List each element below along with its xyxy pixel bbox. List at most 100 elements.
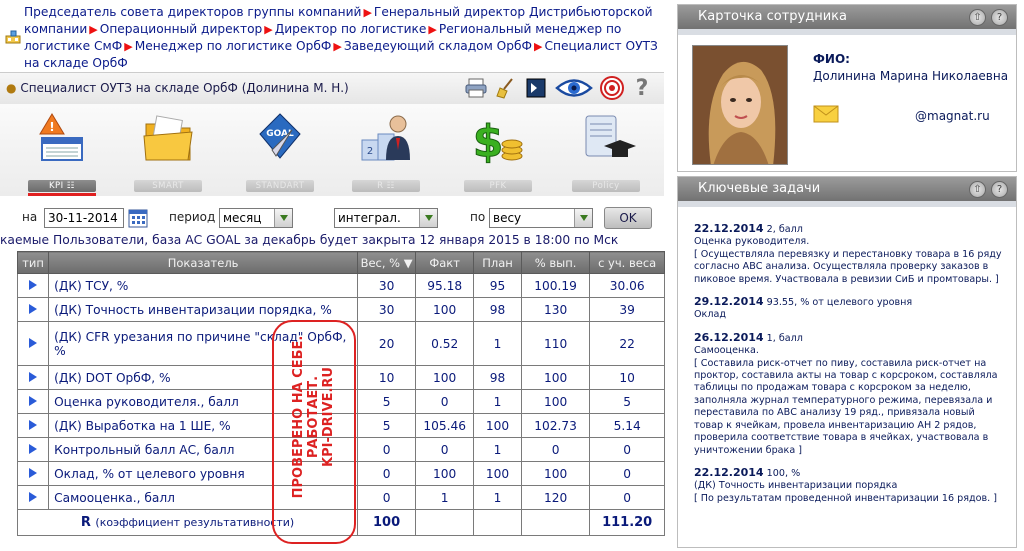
module-label: Policy: [572, 180, 640, 192]
kpi-warning-icon: !: [39, 113, 83, 161]
total-weighted: 111.20: [589, 509, 665, 536]
period-label: период: [169, 210, 216, 224]
printer-icon[interactable]: [464, 76, 488, 100]
breadcrumb-item[interactable]: Операционный директор: [100, 22, 263, 36]
task-title: (ДК) Точность инвентаризации порядка: [694, 480, 898, 492]
plan-cell: 100: [473, 413, 522, 438]
sort-by-select[interactable]: весу: [489, 208, 593, 228]
module-toolbar: ! KPI ☷ SMART GOAL STANDART 2 R ☷ $ PFK …: [0, 104, 664, 196]
task-item[interactable]: 29.12.2014 93.55, % от целевого уровня О…: [694, 295, 1006, 322]
collapse-icon[interactable]: ⇧: [969, 9, 986, 26]
column-header-completion[interactable]: % вып.: [520, 251, 591, 274]
fact-cell: 95.18: [415, 273, 475, 298]
weighted-cell: 0: [589, 437, 665, 462]
row-expand-icon[interactable]: [16, 413, 50, 438]
plan-cell: 98: [473, 365, 522, 390]
broom-icon[interactable]: [494, 76, 518, 100]
module-label: SMART: [134, 180, 202, 192]
scroll-graduation-icon: [585, 115, 636, 157]
column-header-type[interactable]: тип: [16, 251, 50, 274]
eye-icon[interactable]: [554, 76, 594, 100]
date-label: на: [22, 210, 38, 224]
sort-by-select-value: весу: [493, 211, 522, 225]
task-text: [ По результатам проведенной инвентариза…: [694, 492, 998, 504]
row-expand-icon[interactable]: [16, 297, 50, 322]
task-value: 93.55, % от целевого уровня: [766, 297, 913, 309]
row-expand-icon[interactable]: [16, 389, 50, 414]
ok-button[interactable]: OK: [604, 207, 652, 229]
fact-cell: 100: [415, 365, 475, 390]
column-header-indicator[interactable]: Показатель: [48, 251, 359, 274]
column-header-weighted[interactable]: с уч. веса: [589, 251, 665, 274]
svg-text:2: 2: [367, 146, 373, 157]
help-icon[interactable]: ?: [991, 9, 1008, 26]
row-expand-icon[interactable]: [16, 273, 50, 298]
module-kpi[interactable]: ! KPI ☷: [22, 110, 102, 196]
module-label: KPI ☷: [28, 180, 96, 196]
row-expand-icon[interactable]: [16, 485, 50, 510]
row-expand-icon[interactable]: [16, 365, 50, 390]
svg-text:!: !: [49, 120, 54, 134]
period-select[interactable]: месяц: [219, 208, 293, 228]
org-structure-icon[interactable]: [5, 30, 21, 44]
user-bar: ● Специалист ОУТЗ на складе ОрбФ (Долини…: [0, 72, 664, 104]
indicator-name[interactable]: (ДК) ТСУ, %: [48, 273, 359, 298]
target-icon[interactable]: [600, 76, 624, 100]
row-expand-icon[interactable]: [16, 437, 50, 462]
goal-compass-icon: GOAL: [259, 113, 301, 159]
date-input[interactable]: 30-11-2014: [44, 208, 124, 228]
breadcrumb-arrow-icon: ▶: [264, 23, 273, 36]
collapse-icon[interactable]: ⇧: [969, 181, 986, 198]
employee-card-header: Карточка сотрудника ⇧ ?: [678, 5, 1016, 29]
total-label-r: R: [80, 515, 91, 530]
fio-label: ФИО:: [813, 52, 850, 66]
column-header-weight[interactable]: Вес, % ▼: [357, 251, 417, 274]
help-icon[interactable]: ?: [991, 181, 1008, 198]
module-smart[interactable]: SMART: [128, 110, 208, 194]
column-header-plan[interactable]: План: [473, 251, 522, 274]
mode-select[interactable]: интеграл.: [334, 208, 438, 228]
table-row[interactable]: (ДК) Точность инвентаризации порядка, % …: [16, 297, 665, 322]
main-panel: Председатель совета директоров группы ко…: [0, 0, 668, 551]
row-expand-icon[interactable]: [16, 321, 50, 366]
breadcrumb-item[interactable]: Менеджер по логистике ОрбФ: [135, 39, 332, 53]
envelope-icon[interactable]: [813, 105, 839, 123]
help-icon[interactable]: ?: [630, 76, 654, 101]
plan-cell: 1: [473, 321, 522, 366]
module-r[interactable]: 2 R ☷: [346, 110, 426, 194]
key-tasks-title: Ключевые задачи: [698, 181, 821, 196]
row-expand-icon[interactable]: [16, 461, 50, 486]
period-select-value: месяц: [223, 211, 262, 225]
completion-cell: 120: [520, 485, 591, 510]
breadcrumb: Председатель совета директоров группы ко…: [24, 4, 664, 71]
breadcrumb-item[interactable]: Председатель совета директоров группы ко…: [24, 5, 361, 19]
task-value: 1, балл: [766, 332, 803, 344]
table-row[interactable]: (ДК) ТСУ, % 30 95.18 95 100.19 30.06: [16, 273, 665, 298]
plan-cell: 1: [473, 485, 522, 510]
breadcrumb-item[interactable]: Заведеующий складом ОрбФ: [344, 39, 532, 53]
task-item[interactable]: 22.12.2014 100, % (ДК) Точность инвентар…: [694, 466, 1006, 505]
task-item[interactable]: 22.12.2014 2, балл Оценка руководителя. …: [694, 222, 1006, 286]
email-link[interactable]: @magnat.ru: [915, 109, 990, 123]
task-value: 100, %: [766, 467, 801, 479]
task-text: [ Осуществляла перевязку и перестановку …: [694, 248, 1002, 285]
chevron-down-icon: [274, 209, 292, 227]
current-position-label: Специалист ОУТЗ на складе ОрбФ (Долинина…: [20, 81, 349, 95]
module-pfk[interactable]: $ PFK: [458, 110, 538, 194]
column-header-fact[interactable]: Факт: [415, 251, 475, 274]
calendar-icon[interactable]: [128, 208, 148, 228]
module-policy[interactable]: Policy: [566, 110, 646, 194]
weighted-cell: 0: [589, 485, 665, 510]
completion-cell: 100: [520, 365, 591, 390]
completion-cell: 100.19: [520, 273, 591, 298]
module-label: PFK: [464, 180, 532, 192]
module-standart[interactable]: GOAL STANDART: [240, 110, 320, 194]
breadcrumb-arrow-icon: ▶: [534, 40, 543, 53]
stamp-line: РАБОТАЕТ.: [306, 375, 321, 459]
key-tasks-panel: Ключевые задачи ⇧ ? 22.12.2014 2, балл О…: [677, 176, 1017, 548]
fact-cell: 100: [415, 461, 475, 486]
breadcrumb-item[interactable]: Директор по логистике: [275, 22, 427, 36]
task-item[interactable]: 26.12.2014 1, балл Самооценка. [ Состави…: [694, 331, 1006, 457]
screen-icon[interactable]: [524, 76, 548, 100]
completion-cell: 110: [520, 321, 591, 366]
